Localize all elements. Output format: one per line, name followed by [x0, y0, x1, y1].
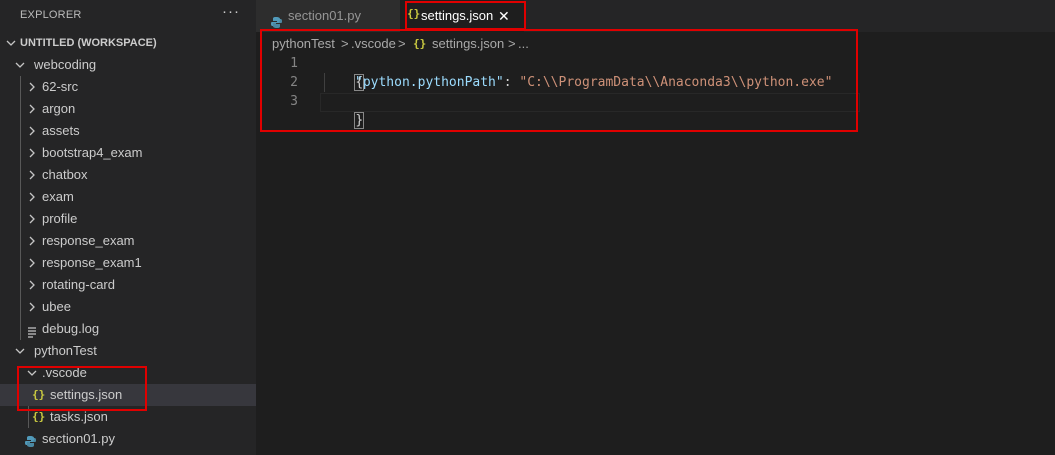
chevron-down-icon — [14, 54, 26, 76]
folder-response-exam[interactable]: response_exam — [0, 230, 256, 252]
chevron-right-icon — [26, 230, 38, 252]
folder-rotating-card[interactable]: rotating-card — [0, 274, 256, 296]
chevron-right-icon — [26, 208, 38, 230]
folder-label: ubee — [42, 299, 71, 314]
folder-label: profile — [42, 211, 78, 226]
highlight-box-editor — [260, 29, 858, 132]
chevron-right-icon — [26, 98, 38, 120]
folder-label: assets — [42, 123, 80, 138]
folder-profile[interactable]: profile — [0, 208, 256, 230]
chevron-right-icon — [26, 76, 38, 98]
folder-label: 62-src — [42, 79, 79, 94]
chevron-down-icon — [5, 32, 17, 54]
workspace-section-header[interactable]: UNTITLED (WORKSPACE) — [0, 32, 256, 54]
chevron-right-icon — [26, 274, 38, 296]
folder-chatbox[interactable]: chatbox — [0, 164, 256, 186]
workspace-label: UNTITLED (WORKSPACE) — [20, 37, 157, 49]
folder-label: chatbox — [42, 167, 88, 182]
tab-label: section01.py — [288, 8, 361, 23]
folder-label: exam — [42, 189, 74, 204]
folder-exam[interactable]: exam — [0, 186, 256, 208]
python-file-icon — [24, 433, 37, 455]
chevron-right-icon — [26, 120, 38, 142]
chevron-right-icon — [26, 252, 38, 274]
file-section01-py[interactable]: section01.py — [0, 428, 256, 450]
folder-label: bootstrap4_exam — [42, 145, 143, 160]
explorer-header: EXPLORER ··· — [0, 0, 256, 32]
folder-label: response_exam — [42, 233, 135, 248]
highlight-box-tree — [17, 366, 147, 411]
tab-section01-py[interactable]: section01.py — [256, 0, 400, 32]
folder-assets[interactable]: assets — [0, 120, 256, 142]
chevron-right-icon — [26, 186, 38, 208]
file-label: section01.py — [42, 431, 115, 446]
editor-tab-bar: section01.py {} settings.json ✕ — [256, 0, 1055, 32]
chevron-down-icon — [14, 340, 26, 362]
folder-label: pythonTest — [34, 343, 97, 358]
file-label: debug.log — [42, 321, 100, 336]
folder-62-src[interactable]: 62-src — [0, 76, 256, 98]
file-debug-log[interactable]: debug.log — [0, 318, 256, 340]
folder-label: response_exam1 — [42, 255, 142, 270]
folder-argon[interactable]: argon — [0, 98, 256, 120]
chevron-right-icon — [26, 296, 38, 318]
folder-label: rotating-card — [42, 277, 115, 292]
folder-ubee[interactable]: ubee — [0, 296, 256, 318]
highlight-box-tab — [405, 1, 526, 30]
folder-response-exam1[interactable]: response_exam1 — [0, 252, 256, 274]
chevron-right-icon — [26, 142, 38, 164]
explorer-title: EXPLORER — [20, 9, 82, 21]
chevron-right-icon — [26, 164, 38, 186]
folder-bootstrap4-exam[interactable]: bootstrap4_exam — [0, 142, 256, 164]
folder-label: webcoding — [34, 57, 97, 72]
folder-webcoding[interactable]: webcoding — [0, 54, 256, 76]
ellipsis-icon[interactable]: ··· — [222, 3, 240, 20]
folder-label: argon — [42, 101, 76, 116]
folder-pythontest[interactable]: pythonTest — [0, 340, 256, 362]
